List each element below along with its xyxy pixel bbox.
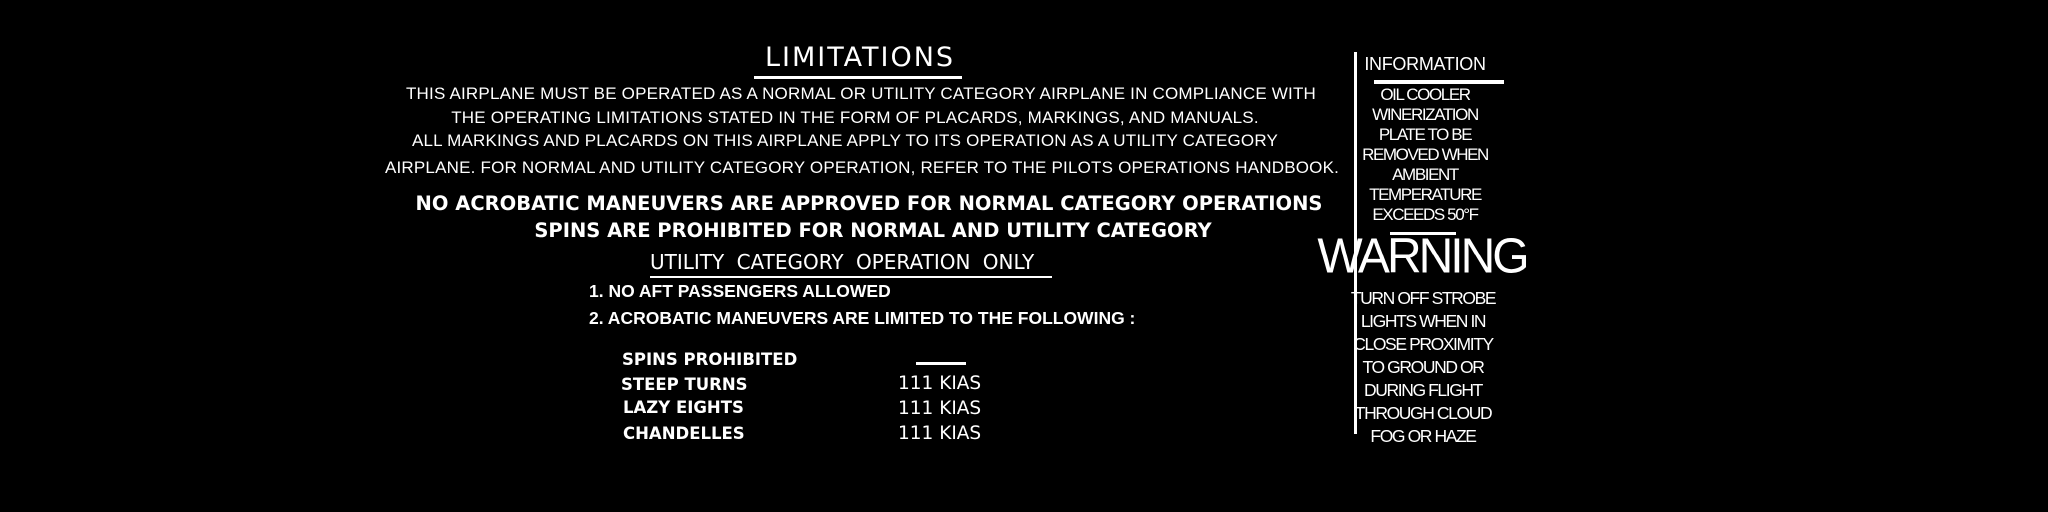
page-title: LIMITATIONS	[764, 42, 956, 73]
maneuver-name: CHANDELLES	[623, 424, 745, 443]
info-line: TEMPERATURE	[1369, 185, 1482, 204]
information-heading: INFORMATION	[1364, 54, 1486, 74]
info-line: PLATE TO BE	[1378, 125, 1473, 144]
paragraph-line-1: THIS AIRPLANE MUST BE OPERATED AS A NORM…	[405, 84, 1317, 103]
warning-line: THROUGH CLOUD	[1354, 403, 1493, 423]
info-line: EXCEEDS 50°F	[1372, 205, 1479, 224]
warning-line: DURING FLIGHT	[1364, 380, 1483, 400]
warning-line: TURN OFF STROBE	[1350, 288, 1497, 308]
paragraph-line-3: ALL MARKINGS AND PLACARDS ON THIS AIRPLA…	[411, 131, 1279, 150]
warning-line: LIGHTS WHEN IN	[1360, 311, 1487, 331]
paragraph-line-2: THE OPERATING LIMITATIONS STATED IN THE …	[451, 108, 1259, 127]
numbered-item-1: 1. NO AFT PASSENGERS ALLOWED	[589, 281, 891, 301]
warning-line: FOG OR HAZE	[1370, 426, 1477, 446]
maneuver-name: LAZY EIGHTS	[623, 398, 744, 417]
utility-category-heading: UTILITY CATEGORY OPERATION ONLY	[650, 250, 1035, 274]
paragraph-line-4: AIRPLANE. FOR NORMAL AND UTILITY CATEGOR…	[384, 158, 1340, 177]
utility-heading-underline	[650, 276, 1052, 278]
information-underline	[1374, 80, 1504, 84]
info-line: AMBIENT	[1392, 165, 1459, 184]
no-acrobatic-warning: NO ACROBATIC MANEUVERS ARE APPROVED FOR …	[415, 192, 1323, 215]
maneuver-speed: 111 KIAS	[898, 423, 982, 444]
info-line: WINERIZATION	[1372, 105, 1479, 124]
warning-line: TO GROUND OR	[1362, 357, 1485, 377]
maneuver-name: STEEP TURNS	[621, 375, 748, 394]
speed-dash	[916, 362, 966, 365]
maneuver-speed: 111 KIAS	[898, 373, 982, 394]
info-line: REMOVED WHEN	[1362, 145, 1489, 164]
info-line: OIL COOLER	[1380, 85, 1471, 104]
title-underline	[754, 76, 962, 79]
warning-line: CLOSE PROXIMITY	[1353, 334, 1494, 354]
warning-heading: WARNING	[1317, 228, 1529, 285]
maneuver-speed: 111 KIAS	[898, 398, 982, 419]
numbered-item-2: 2. ACROBATIC MANEUVERS ARE LIMITED TO TH…	[589, 308, 1136, 328]
maneuver-name: SPINS PROHIBITED	[622, 350, 798, 369]
spins-prohibited-warning: SPINS ARE PROHIBITED FOR NORMAL AND UTIL…	[534, 219, 1212, 242]
